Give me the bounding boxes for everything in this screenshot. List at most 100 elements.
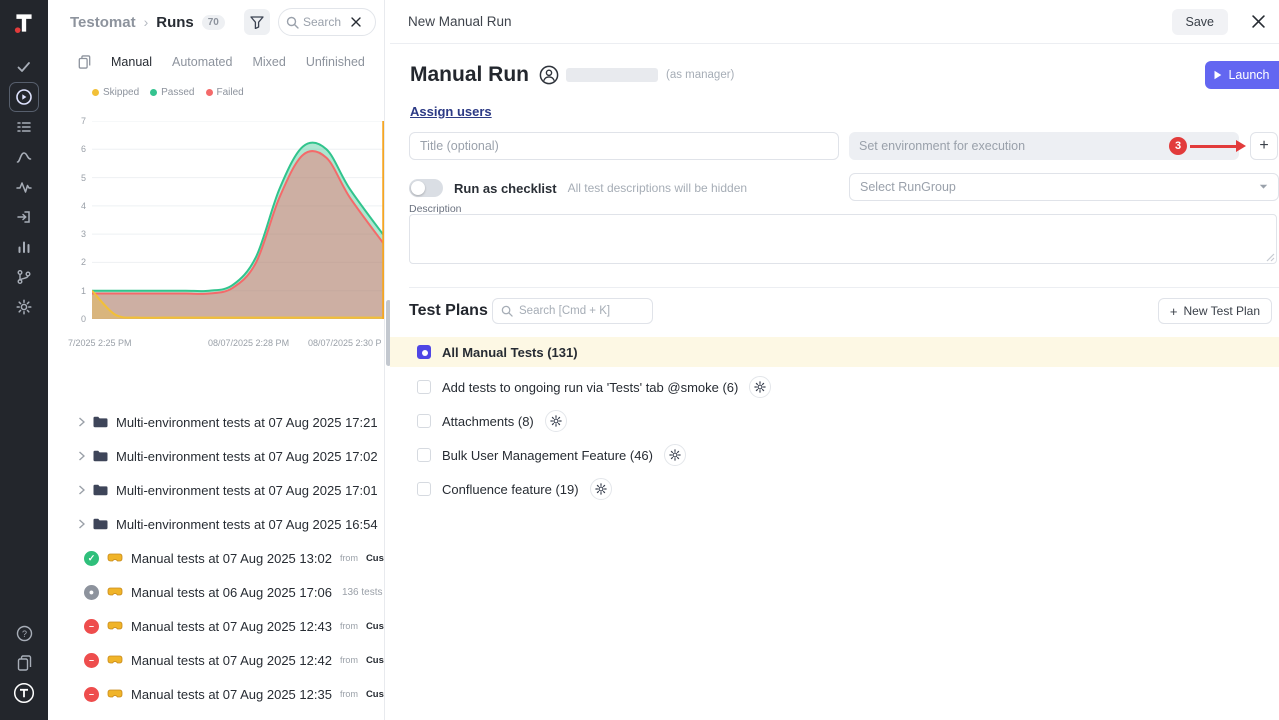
runs-search-input[interactable] bbox=[303, 15, 347, 29]
checkbox-unchecked[interactable] bbox=[417, 380, 431, 394]
legend-failed[interactable]: Failed bbox=[206, 87, 244, 98]
assign-users-link[interactable]: Assign users bbox=[410, 104, 492, 119]
chevron-right-icon[interactable] bbox=[78, 417, 85, 427]
legend-skipped[interactable]: Skipped bbox=[92, 87, 139, 98]
run-row[interactable]: – Manual tests at 07 Aug 2025 12:35 from… bbox=[48, 677, 385, 711]
breadcrumb-runs[interactable]: Runs bbox=[156, 14, 194, 31]
checklist-label: Run as checklist bbox=[454, 181, 557, 196]
run-meta-from: from bbox=[340, 689, 358, 699]
tab-manual[interactable]: Manual bbox=[111, 55, 152, 69]
help-icon[interactable]: ? bbox=[9, 618, 39, 648]
manager-avatar-icon[interactable] bbox=[539, 65, 559, 85]
test-plan-label: Attachments (8) bbox=[442, 414, 534, 429]
test-plan-row-all-manual[interactable]: All Manual Tests (131) bbox=[390, 337, 1279, 367]
test-plan-row[interactable]: Attachments (8) bbox=[390, 404, 1279, 438]
run-row[interactable]: – Manual tests at 07 Aug 2025 12:42 from… bbox=[48, 643, 385, 677]
pulse-icon[interactable] bbox=[9, 172, 39, 202]
runs-panel: Testomat › Runs 70 Manual Automated Mixe… bbox=[48, 0, 385, 720]
run-folder-row[interactable]: Multi-environment tests at 07 Aug 2025 1… bbox=[48, 405, 385, 439]
run-as-checklist-toggle[interactable] bbox=[409, 179, 443, 197]
app-window: ? Testomat › Runs 70 bbox=[0, 0, 1279, 720]
run-row[interactable]: – Manual tests at 07 Aug 2025 12:43 from… bbox=[48, 609, 385, 643]
annotation-step-3: 3 bbox=[1169, 137, 1246, 155]
plan-settings-button[interactable] bbox=[749, 376, 771, 398]
checkbox-unchecked[interactable] bbox=[417, 448, 431, 462]
tab-unfinished[interactable]: Unfinished bbox=[306, 55, 365, 69]
chevron-right-icon[interactable] bbox=[78, 485, 85, 495]
legend-passed[interactable]: Passed bbox=[150, 87, 194, 98]
test-plans-search-input[interactable] bbox=[519, 305, 644, 317]
run-label: Multi-environment tests at 07 Aug 2025 1… bbox=[116, 415, 378, 430]
gear-icon bbox=[754, 381, 766, 393]
test-plan-row[interactable]: Add tests to ongoing run via 'Tests' tab… bbox=[390, 370, 1279, 404]
checklist-hint: All test descriptions will be hidden bbox=[568, 181, 747, 195]
chart-plot[interactable] bbox=[92, 121, 385, 319]
goggles-icon bbox=[107, 655, 123, 666]
filter-button[interactable] bbox=[244, 9, 270, 35]
runs-play-icon[interactable] bbox=[9, 82, 39, 112]
plan-settings-button[interactable] bbox=[590, 478, 612, 500]
docs-copy-icon[interactable] bbox=[9, 648, 39, 678]
run-label: Manual tests at 07 Aug 2025 12:35 bbox=[131, 687, 332, 702]
test-plan-label: Add tests to ongoing run via 'Tests' tab… bbox=[442, 380, 738, 395]
chevron-right-icon[interactable] bbox=[78, 519, 85, 529]
test-plans-list: All Manual Tests (131) Add tests to ongo… bbox=[390, 337, 1279, 506]
settings-gear-icon[interactable] bbox=[9, 292, 39, 322]
testomat-logo-icon[interactable] bbox=[11, 10, 37, 36]
task-list-icon[interactable] bbox=[9, 112, 39, 142]
chevron-down-icon bbox=[1259, 184, 1268, 190]
run-row[interactable]: ✓ Manual tests at 07 Aug 2025 13:02 from… bbox=[48, 541, 385, 575]
tests-check-icon[interactable] bbox=[9, 52, 39, 82]
test-plan-row[interactable]: Confluence feature (19) bbox=[390, 472, 1279, 506]
launch-button[interactable]: Launch bbox=[1205, 61, 1279, 89]
clear-search-button[interactable] bbox=[351, 17, 361, 27]
run-folder-row[interactable]: Multi-environment tests at 07 Aug 2025 1… bbox=[48, 507, 385, 541]
run-label: Multi-environment tests at 07 Aug 2025 1… bbox=[116, 483, 378, 498]
play-icon bbox=[1214, 70, 1222, 80]
run-title-input[interactable] bbox=[409, 132, 839, 160]
group-view-icon[interactable] bbox=[78, 55, 91, 69]
folder-icon bbox=[93, 416, 108, 428]
run-row[interactable]: ● Manual tests at 06 Aug 2025 17:06 136 … bbox=[48, 575, 385, 609]
checkbox-unchecked[interactable] bbox=[417, 414, 431, 428]
test-plans-title: Test Plans bbox=[409, 302, 488, 320]
description-textarea[interactable] bbox=[409, 214, 1277, 264]
annotation-arrow-head bbox=[1236, 140, 1246, 152]
run-label: Manual tests at 07 Aug 2025 13:02 bbox=[131, 551, 332, 566]
runs-filter-tabs: Manual Automated Mixed Unfinished bbox=[48, 44, 384, 80]
status-failed-icon: – bbox=[84, 653, 99, 668]
tab-mixed[interactable]: Mixed bbox=[252, 55, 285, 69]
chevron-right-icon[interactable] bbox=[78, 451, 85, 461]
test-plan-row[interactable]: Bulk User Management Feature (46) bbox=[390, 438, 1279, 472]
run-folder-row[interactable]: Multi-environment tests at 07 Aug 2025 1… bbox=[48, 439, 385, 473]
gear-icon bbox=[595, 483, 607, 495]
checklist-row: Run as checklist All test descriptions w… bbox=[409, 179, 747, 197]
runs-list: Multi-environment tests at 07 Aug 2025 1… bbox=[48, 405, 385, 711]
description-field-wrap bbox=[409, 214, 1277, 264]
close-panel-button[interactable] bbox=[1252, 15, 1265, 28]
plan-settings-button[interactable] bbox=[664, 444, 686, 466]
checkbox-unchecked[interactable] bbox=[417, 482, 431, 496]
branches-icon[interactable] bbox=[9, 262, 39, 292]
chart-y-axis: 76543210 bbox=[48, 112, 86, 332]
add-environment-button[interactable]: + bbox=[1250, 132, 1278, 160]
breadcrumb-project[interactable]: Testomat bbox=[70, 14, 136, 31]
manager-name-redacted bbox=[566, 68, 658, 82]
plan-settings-button[interactable] bbox=[545, 410, 567, 432]
analytics-trend-icon[interactable] bbox=[9, 142, 39, 172]
reports-bars-icon[interactable] bbox=[9, 232, 39, 262]
new-test-plan-button[interactable]: + New Test Plan bbox=[1158, 298, 1272, 324]
import-icon[interactable] bbox=[9, 202, 39, 232]
run-meta-source: Custom bbox=[366, 553, 385, 564]
run-folder-row[interactable]: Multi-environment tests at 07 Aug 2025 1… bbox=[48, 473, 385, 507]
rungroup-select[interactable]: Select RunGroup bbox=[849, 173, 1279, 201]
x-tick: 08/07/2025 2:30 P bbox=[308, 338, 382, 348]
tab-automated[interactable]: Automated bbox=[172, 55, 232, 69]
checkbox-checked[interactable] bbox=[417, 345, 431, 359]
goggles-icon bbox=[107, 587, 123, 598]
new-manual-run-panel: New Manual Run Save Manual Run (as manag… bbox=[390, 0, 1279, 720]
account-logo-icon[interactable] bbox=[9, 678, 39, 708]
save-button[interactable]: Save bbox=[1172, 9, 1229, 35]
run-meta-source: Custom bbox=[366, 689, 385, 700]
runs-area-chart: 76543210 7/2025 2:25 PM 08/07/2025 2:28 … bbox=[48, 112, 385, 356]
